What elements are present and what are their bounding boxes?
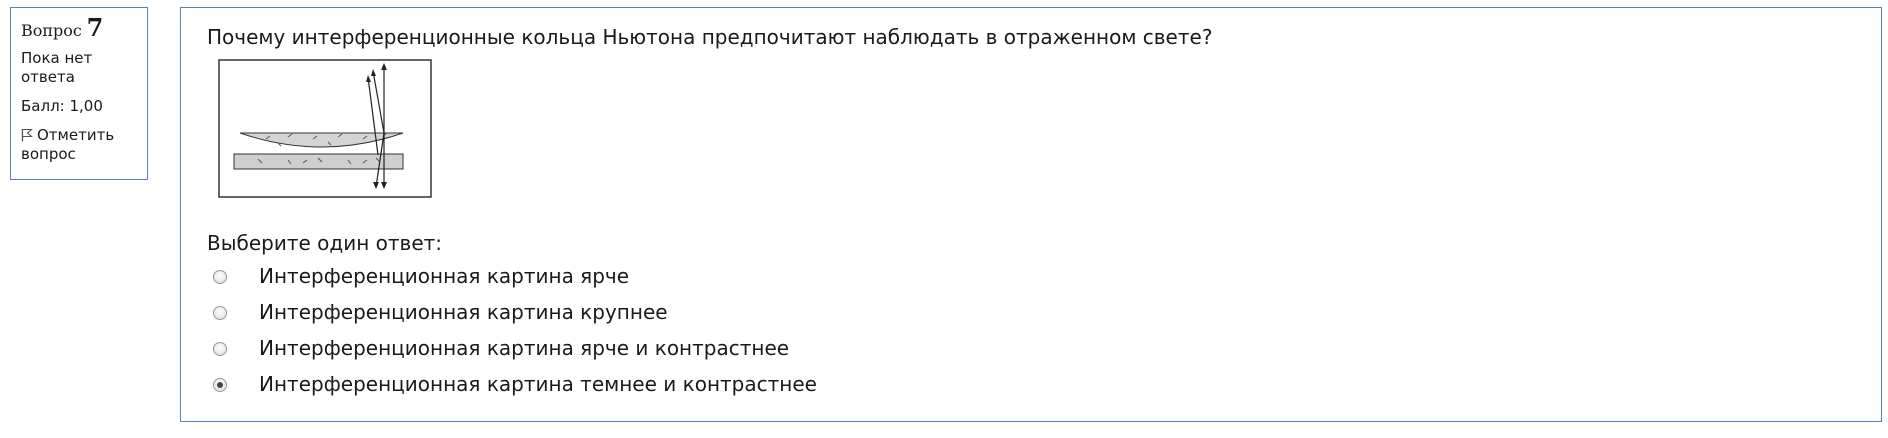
question-grade: Балл: 1,00: [21, 97, 103, 115]
question-label: Вопрос: [21, 21, 82, 40]
answer-prompt: Выберите один ответ:: [207, 231, 443, 255]
answer-option-label: Интерференционная картина крупнее: [259, 300, 668, 324]
flag-question-link[interactable]: Отметить вопрос: [21, 126, 137, 164]
answer-option-label: Интерференционная картина темнее и контр…: [259, 372, 817, 396]
newton-rings-figure: [218, 59, 432, 198]
answer-option-label: Интерференционная картина ярче и контрас…: [259, 336, 790, 360]
radio-button[interactable]: [213, 306, 227, 320]
question-number: Вопрос 7: [21, 16, 137, 41]
question-state: Пока нет ответа: [21, 49, 93, 86]
flag-label: Отметить вопрос: [21, 126, 115, 163]
answer-option-label: Интерференционная картина ярче: [259, 264, 630, 288]
flag-icon: [21, 128, 33, 142]
question-info-panel: Вопрос 7 Пока нет ответа Балл: 1,00 Отме…: [10, 7, 148, 180]
question-content: Почему интерференционные кольца Ньютона …: [180, 7, 1882, 422]
question-text: Почему интерференционные кольца Ньютона …: [207, 25, 1213, 49]
radio-button[interactable]: [213, 378, 227, 392]
radio-button[interactable]: [213, 270, 227, 284]
radio-button[interactable]: [213, 342, 227, 356]
question-number-value: 7: [86, 13, 104, 42]
